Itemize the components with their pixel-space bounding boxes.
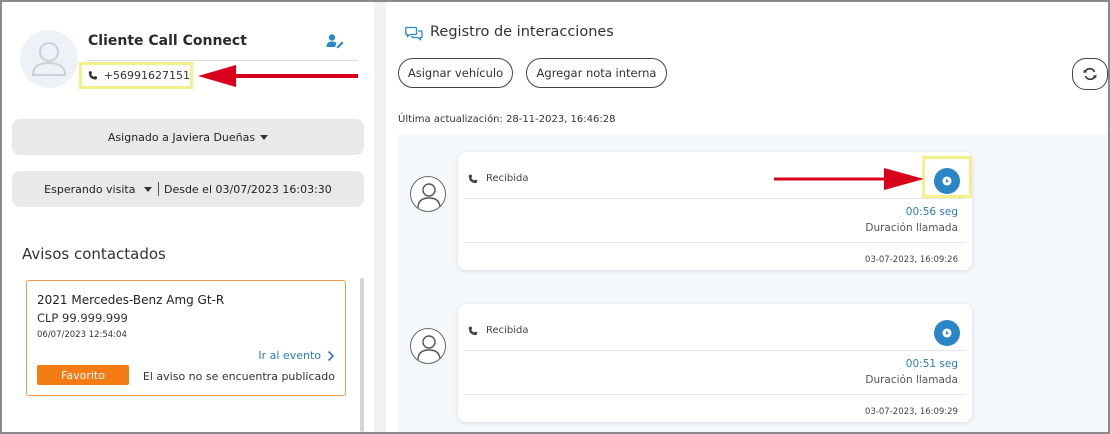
go-to-event-label: Ir al evento (258, 349, 321, 362)
last-update: Última actualización: 28-11-2023, 16:46:… (398, 114, 616, 125)
chevron-right-icon (327, 350, 335, 361)
phone-number[interactable]: +56991627151 (79, 62, 193, 89)
call-kind-label: Recibida (486, 173, 529, 184)
play-icon (942, 328, 952, 338)
edit-user-icon[interactable] (326, 33, 344, 49)
annotation-arrow (198, 65, 358, 87)
phone-icon (468, 326, 478, 335)
interaction-feed: Recibida 00:56 seg Duración llamada 03-0… (398, 134, 1108, 432)
call-duration: 00:51 seg (905, 358, 958, 370)
left-scrollbar[interactable] (360, 278, 364, 432)
page-title: Registro de interacciones (430, 24, 614, 40)
status-separator (157, 182, 159, 196)
avisos-title: Avisos contactados (22, 245, 166, 263)
aviso-title: 2021 Mercedes-Benz Amg Gt-R (37, 293, 225, 307)
aviso-card: 2021 Mercedes-Benz Amg Gt-R CLP 99.999.9… (26, 280, 346, 396)
panel-divider (374, 2, 386, 432)
call-timestamp: 03-07-2023, 16:09:26 (865, 255, 958, 265)
phone-text: +56991627151 (103, 69, 190, 82)
call-kind-label: Recibida (486, 325, 529, 336)
user-avatar-icon (417, 183, 441, 209)
chat-icon (405, 26, 423, 41)
add-note-button[interactable]: Agregar nota interna (526, 58, 667, 88)
user-avatar-icon (417, 335, 441, 361)
play-button[interactable] (934, 320, 960, 346)
call-timestamp: 03-07-2023, 16:09:29 (865, 407, 958, 417)
caret-down-icon (260, 134, 269, 140)
name-divider (86, 60, 358, 61)
card-divider (464, 198, 966, 199)
card-divider (464, 242, 966, 243)
contact-panel: Cliente Call Connect +56991627151 Asigna… (2, 2, 374, 432)
contact-name: Cliente Call Connect (88, 33, 247, 49)
phone-icon (88, 71, 97, 80)
call-duration-label: Duración llamada (865, 222, 958, 234)
go-to-event-link[interactable]: Ir al evento (258, 349, 335, 362)
status-bar: Esperando visita Desde el 03/07/2023 16:… (12, 171, 364, 207)
favorite-button[interactable]: Favorito (37, 365, 129, 385)
status-dropdown[interactable]: Esperando visita (44, 183, 152, 196)
entry-avatar (410, 176, 446, 212)
contact-avatar (20, 30, 78, 88)
user-avatar-icon (31, 42, 67, 76)
call-kind: Recibida (468, 325, 529, 336)
annotation-arrow (774, 168, 924, 190)
aviso-date: 06/07/2023 12:54:04 (37, 330, 127, 340)
card-divider (464, 350, 966, 351)
status-since: Desde el 03/07/2023 16:03:30 (163, 182, 332, 196)
play-button[interactable] (934, 168, 960, 194)
interaction-card: Recibida 00:51 seg Duración llamada 03-0… (458, 304, 972, 422)
call-duration-label: Duración llamada (865, 374, 958, 386)
phone-icon (468, 174, 478, 183)
app-window: Cliente Call Connect +56991627151 Asigna… (0, 0, 1110, 434)
assignment-label: Asignado a Javiera Dueñas (107, 130, 256, 144)
entry-avatar (410, 328, 446, 364)
caret-down-icon (143, 187, 152, 192)
assignment-dropdown[interactable]: Asignado a Javiera Dueñas (12, 119, 364, 155)
assign-vehicle-button[interactable]: Asignar vehículo (398, 58, 513, 88)
aviso-status: El aviso no se encuentra publicado (142, 370, 335, 383)
play-icon (942, 176, 952, 186)
refresh-icon (1083, 67, 1097, 81)
call-kind: Recibida (468, 173, 529, 184)
call-duration: 00:56 seg (905, 206, 958, 218)
status-label: Esperando visita (44, 182, 136, 196)
card-divider (464, 394, 966, 395)
aviso-price: CLP 99.999.999 (37, 311, 128, 325)
interactions-panel: Registro de interacciones Asignar vehícu… (386, 2, 1108, 432)
refresh-button[interactable] (1072, 58, 1108, 90)
